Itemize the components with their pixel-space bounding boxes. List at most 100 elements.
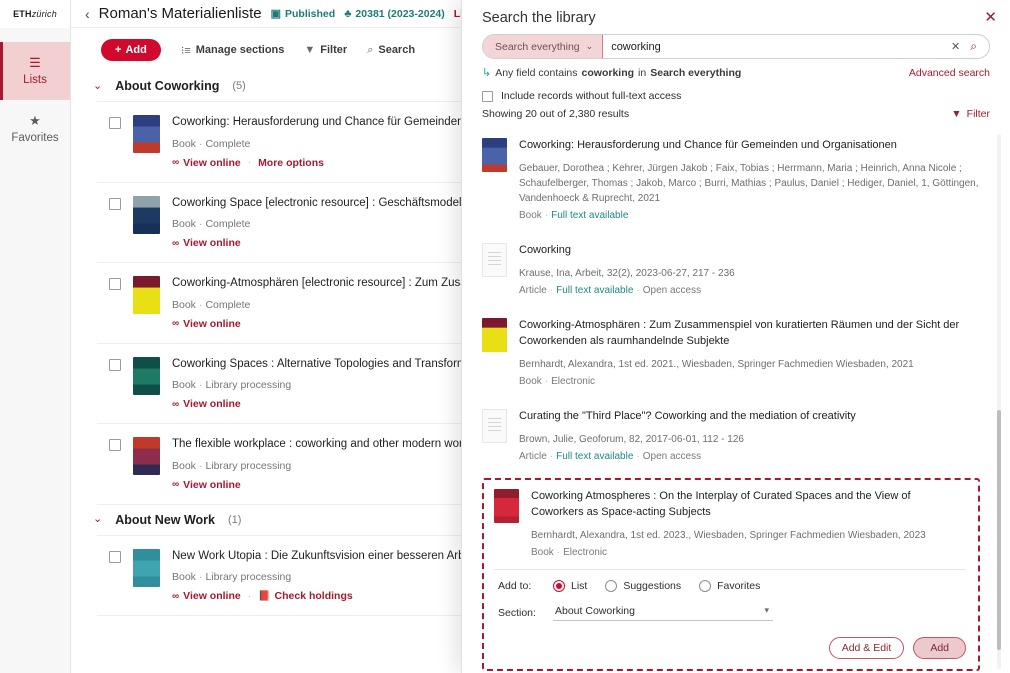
search-result-item[interactable]: Coworking Krause, Ina, Arbeit, 32(2), 202…	[482, 233, 980, 308]
add-button[interactable]: + Add	[101, 39, 161, 61]
result-tag[interactable]: Full text available	[556, 451, 633, 462]
book-cover-thumbnail	[482, 317, 507, 352]
chevron-left-icon[interactable]: ‹	[85, 6, 90, 22]
document-icon	[482, 242, 507, 277]
result-title[interactable]: Curating the "Third Place"? Coworking an…	[519, 409, 980, 425]
radio-indicator[interactable]	[553, 579, 565, 592]
radio-indicator[interactable]	[699, 579, 712, 592]
result-tag: Book	[519, 375, 542, 387]
sidebar-item-favorites[interactable]: ★ Favorites	[0, 100, 70, 158]
result-authors: Gebauer, Dorothea ; Kehrer, Jürgen Jakob…	[519, 162, 979, 204]
result-authors: Bernhardt, Alexandra, 1st ed. 2021., Wie…	[519, 358, 914, 370]
chevron-down-icon: ▾	[764, 605, 769, 616]
results-list: Coworking: Herausforderung und Chance fü…	[462, 128, 1010, 673]
action-separator: ·	[247, 590, 252, 602]
results-scroll-area: Coworking: Herausforderung und Chance fü…	[462, 128, 1010, 673]
record-checkbox[interactable]	[109, 278, 121, 291]
record-action-view-online[interactable]: ∞ View online	[172, 237, 241, 249]
result-title[interactable]: Coworking: Herausforderung und Chance fü…	[519, 138, 980, 154]
search-scope-dropdown[interactable]: Search everything ⌄	[483, 35, 604, 58]
eth-zurich-logo: ETH zürich	[0, 0, 70, 28]
record-type: Book	[172, 459, 196, 472]
selected-result-authors: Bernhardt, Alexandra, 1st ed. 2023., Wie…	[531, 529, 926, 541]
record-checkbox[interactable]	[109, 197, 121, 210]
include-records-checkbox[interactable]	[482, 90, 493, 102]
result-tag: Electronic	[551, 375, 596, 387]
record-status: Complete	[205, 218, 251, 231]
record-action-view-online[interactable]: ∞ View online	[172, 318, 241, 330]
record-action-more-options[interactable]: More options	[258, 157, 324, 169]
radio-list[interactable]: List	[553, 579, 587, 592]
record-checkbox[interactable]	[109, 117, 121, 129]
sections-icon: ⁝≡	[180, 44, 191, 57]
link-icon: ∞	[172, 237, 180, 249]
book-cover-thumbnail	[133, 115, 160, 153]
book-icon: 📕	[258, 590, 271, 602]
record-type: Book	[172, 571, 196, 584]
radio-favorites[interactable]: Favorites	[699, 579, 760, 592]
sidebar-item-favorites-label: Favorites	[11, 132, 59, 144]
tag-separator: ·	[636, 450, 640, 462]
results-scrollbar-thumb[interactable]	[997, 410, 1001, 650]
result-title[interactable]: Coworking-Atmosphären : Zum Zusammenspie…	[519, 318, 980, 350]
include-records-row[interactable]: Include records without full-text access	[482, 90, 990, 102]
manage-sections-label: Manage sections	[195, 44, 285, 56]
search-input[interactable]	[603, 35, 948, 58]
search-submit-icon[interactable]: ⌕	[970, 39, 977, 54]
record-action-view-online[interactable]: ∞ View online	[172, 157, 241, 169]
dialog-header: Search the library ✕	[462, 0, 1010, 26]
search-bar: Search everything ⌄ ✕ ⌕	[482, 34, 990, 59]
result-tag[interactable]: Full text available	[551, 210, 628, 221]
clear-search-icon[interactable]: ✕	[951, 40, 960, 53]
record-checkbox[interactable]	[109, 358, 121, 371]
section-select[interactable]: About Coworking ▾	[553, 605, 773, 621]
result-tags: Book · Electronic	[519, 376, 980, 387]
record-action-view-online[interactable]: ∞ View online	[172, 590, 241, 602]
selected-result-title[interactable]: Coworking Atmospheres : On the Interplay…	[531, 489, 966, 521]
add-to-list-button[interactable]: Add	[913, 636, 966, 659]
selected-result-card[interactable]: Coworking Atmospheres : On the Interplay…	[482, 477, 980, 671]
published-status-badge: ▣ Published	[271, 7, 336, 21]
search-result-item[interactable]: Coworking-Atmosphären : Zum Zusammenspie…	[482, 308, 980, 399]
course-label: 20381 (2023-2024)	[355, 7, 445, 20]
record-action-view-online[interactable]: ∞ View online	[172, 398, 241, 410]
advanced-search-link[interactable]: Advanced search	[909, 67, 990, 79]
sidebar-item-lists-label: Lists	[23, 74, 47, 86]
record-action-label: View online	[183, 398, 241, 411]
result-tag[interactable]: Full text available	[556, 285, 633, 296]
add-and-edit-button[interactable]: Add & Edit	[828, 636, 905, 659]
record-type: Book	[172, 218, 196, 231]
manage-sections-button[interactable]: ⁝≡ Manage sections	[181, 44, 285, 57]
filter-button[interactable]: ▼ Filter	[304, 44, 347, 56]
close-icon[interactable]: ✕	[984, 10, 997, 25]
chevron-down-icon: ⌄	[585, 41, 594, 51]
result-title[interactable]: Coworking	[519, 243, 980, 259]
results-filter-button[interactable]: ▼ Filter	[951, 108, 990, 120]
search-scope-label: Search everything	[495, 40, 580, 53]
card-actions: Add & Edit Add	[494, 636, 966, 659]
record-action-view-online[interactable]: ∞ View online	[172, 479, 241, 491]
record-checkbox[interactable]	[109, 439, 121, 452]
search-result-item[interactable]: Curating the "Third Place"? Coworking an…	[482, 399, 980, 474]
star-icon: ★	[29, 113, 41, 128]
section-select-value: About Coworking	[555, 604, 635, 617]
radio-indicator[interactable]	[605, 579, 618, 592]
radio-suggestions[interactable]: Suggestions	[605, 579, 681, 592]
record-action-check-holdings[interactable]: 📕 Check holdings	[258, 590, 353, 602]
record-action-label: View online	[183, 478, 241, 491]
book-cover-thumbnail	[133, 195, 160, 234]
result-authors: Brown, Julie, Geoforum, 82, 2017-06-01, …	[519, 433, 744, 445]
record-checkbox[interactable]	[109, 550, 121, 563]
tag-separator: ·	[636, 284, 640, 296]
search-result-item[interactable]: Coworking: Herausforderung und Chance fü…	[482, 128, 980, 233]
link-icon: ∞	[172, 479, 180, 491]
sidebar-item-lists[interactable]: ☰ Lists	[0, 42, 70, 100]
search-button[interactable]: ⌕ Search	[367, 44, 415, 57]
search-bar-icons: ✕ ⌕	[947, 35, 989, 58]
results-count-text: Showing 20 out of 2,380 results	[482, 108, 630, 120]
record-action-label: Check holdings	[274, 590, 353, 603]
result-tag: Open access	[642, 284, 702, 296]
link-icon: ∞	[172, 157, 180, 169]
course-badge[interactable]: ♣ 20381 (2023-2024)	[344, 8, 445, 20]
left-navigation-rail: ETH zürich ☰ Lists ★ Favorites	[0, 0, 71, 673]
